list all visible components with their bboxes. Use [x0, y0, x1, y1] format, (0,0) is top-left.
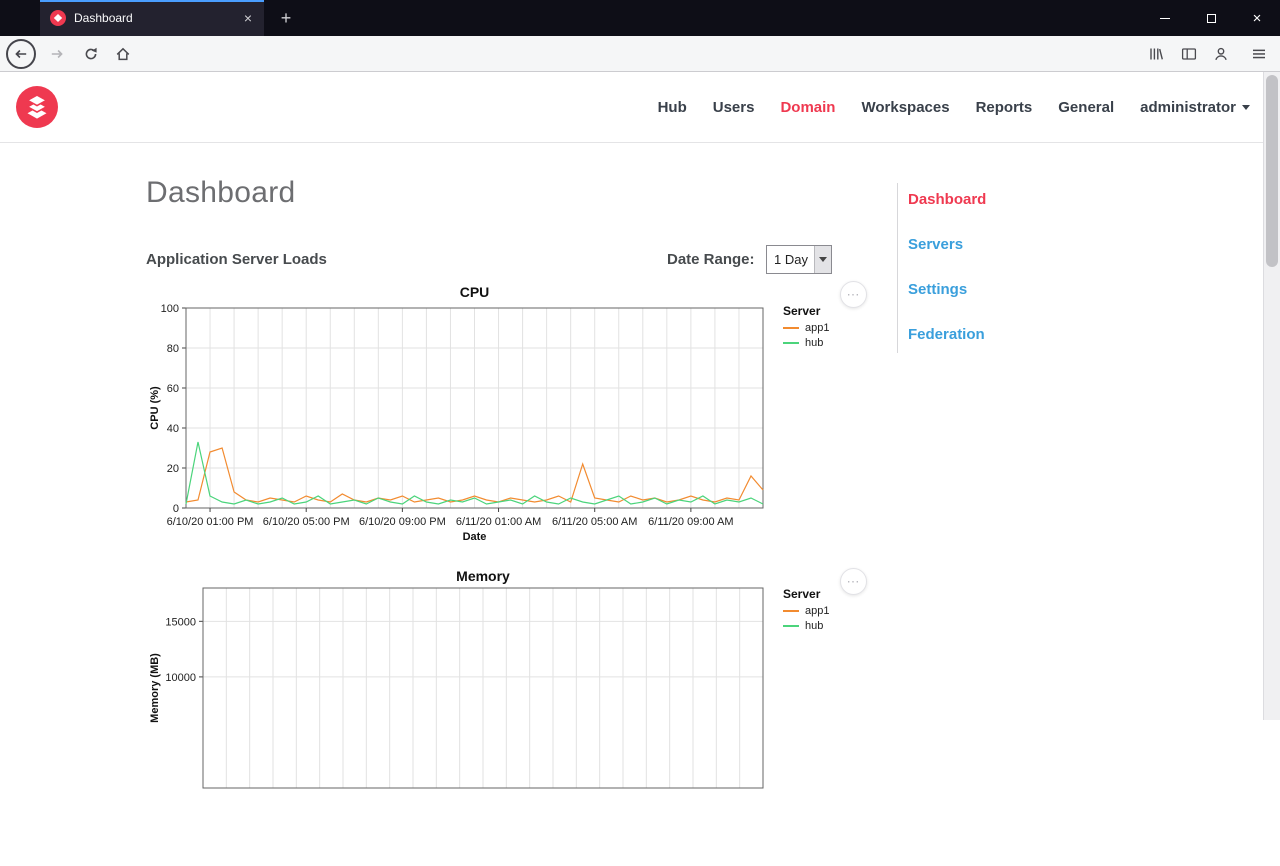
legend-item-hub: hub	[783, 337, 873, 349]
nav-item-domain[interactable]: Domain	[780, 99, 835, 116]
svg-text:100: 100	[161, 303, 179, 315]
svg-text:CPU: CPU	[460, 284, 490, 300]
chevron-down-icon	[819, 257, 827, 262]
svg-text:CPU (%): CPU (%)	[149, 386, 161, 430]
forward-icon	[51, 49, 63, 59]
nav-item-workspaces[interactable]: Workspaces	[861, 99, 949, 116]
close-icon: ×	[1252, 9, 1262, 27]
svg-text:Memory: Memory	[456, 568, 510, 584]
legend-label-app1: app1	[805, 322, 830, 334]
app1-swatch-icon	[783, 610, 799, 612]
legend-label-app1: app1	[805, 605, 830, 617]
sidebar-icon	[1181, 48, 1197, 60]
svg-text:10000: 10000	[165, 672, 196, 684]
svg-text:Memory (MB): Memory (MB)	[149, 653, 161, 723]
turbo-logo[interactable]	[16, 86, 58, 128]
legend-item-app1: app1	[783, 322, 873, 334]
account-button[interactable]	[1206, 39, 1236, 69]
library-button[interactable]	[1141, 39, 1171, 69]
chevron-down-icon	[1242, 105, 1250, 110]
scrollbar-thumb[interactable]	[1266, 75, 1278, 267]
tab-title: Dashboard	[74, 11, 133, 25]
nav-item-hub[interactable]: Hub	[658, 99, 687, 116]
nav-item-reports[interactable]: Reports	[976, 99, 1033, 116]
home-icon	[116, 47, 130, 61]
svg-text:80: 80	[167, 343, 179, 355]
legend-item-app1: app1	[783, 605, 873, 617]
legend-label-hub: hub	[805, 620, 824, 632]
browser-tab-dashboard[interactable]: Dashboard ×	[40, 0, 264, 36]
account-icon	[1215, 47, 1227, 61]
user-menu[interactable]: administrator	[1140, 99, 1250, 116]
legend-label-hub: hub	[805, 337, 824, 349]
site-nav: Hub Users Domain Workspaces Reports Gene…	[658, 72, 1250, 143]
back-icon	[6, 39, 36, 69]
maximize-icon	[1206, 13, 1216, 23]
svg-text:6/10/20 01:00 PM: 6/10/20 01:00 PM	[167, 516, 254, 528]
memory-chart-legend: Server app1 hub	[783, 587, 873, 635]
legend-item-hub: hub	[783, 620, 873, 632]
sidebar-item-federation[interactable]: Federation	[908, 326, 1077, 343]
date-range-value: 1 Day	[774, 252, 808, 267]
browser-toolbar: https://test.turbo.net/admin/domain/	[0, 36, 1280, 104]
back-button[interactable]	[6, 39, 36, 69]
memory-chart: 10000 15000 Memory Memory (MB)	[149, 568, 764, 789]
svg-text:0: 0	[173, 503, 179, 515]
window-maximize-button[interactable]	[1188, 0, 1234, 36]
svg-text:60: 60	[167, 383, 179, 395]
cpu-chart-legend: Server app1 hub	[783, 304, 873, 352]
window-minimize-button[interactable]	[1142, 0, 1188, 36]
memory-chart-menu-button[interactable]: ⋯	[840, 568, 867, 595]
hamburger-icon	[1253, 49, 1265, 59]
cpu-chart-menu-button[interactable]: ⋯	[840, 281, 867, 308]
svg-text:40: 40	[167, 423, 179, 435]
hub-swatch-icon	[783, 625, 799, 627]
page-scrollbar[interactable]	[1263, 72, 1280, 720]
home-button[interactable]	[108, 39, 138, 69]
user-menu-label: administrator	[1140, 99, 1236, 116]
admin-side-nav: Dashboard Servers Settings Federation	[897, 183, 1077, 353]
window-titlebar: Dashboard × + ×	[0, 0, 1280, 36]
svg-text:Date: Date	[463, 531, 487, 542]
svg-text:15000: 15000	[165, 616, 196, 628]
svg-text:20: 20	[167, 463, 179, 475]
reload-button[interactable]	[76, 39, 106, 69]
svg-text:6/11/20 09:00 AM: 6/11/20 09:00 AM	[648, 516, 733, 528]
forward-button[interactable]	[42, 39, 72, 69]
site-header: Hub Users Domain Workspaces Reports Gene…	[0, 72, 1280, 143]
sidebar-toggle-button[interactable]	[1174, 39, 1204, 69]
app1-swatch-icon	[783, 327, 799, 329]
library-icon	[1150, 48, 1163, 60]
section-title: Application Server Loads	[146, 251, 327, 268]
hub-swatch-icon	[783, 342, 799, 344]
nav-item-general[interactable]: General	[1058, 99, 1114, 116]
svg-text:6/10/20 09:00 PM: 6/10/20 09:00 PM	[359, 516, 446, 528]
date-range-label: Date Range:	[667, 251, 755, 268]
tab-close-icon[interactable]: ×	[240, 9, 256, 27]
window-close-button[interactable]: ×	[1234, 0, 1280, 36]
sidebar-item-dashboard[interactable]: Dashboard	[908, 191, 1077, 208]
sidebar-item-settings[interactable]: Settings	[908, 281, 1077, 298]
minimize-icon	[1160, 17, 1170, 19]
nav-item-users[interactable]: Users	[713, 99, 755, 116]
window-controls: ×	[1142, 0, 1280, 36]
sidebar-item-servers[interactable]: Servers	[908, 236, 1077, 253]
svg-text:6/11/20 01:00 AM: 6/11/20 01:00 AM	[456, 516, 541, 528]
active-tab-stripe	[40, 0, 264, 2]
date-range-select[interactable]: 1 Day	[766, 245, 832, 274]
turbo-favicon-icon	[50, 10, 66, 26]
page-title: Dashboard	[146, 176, 296, 209]
svg-text:6/10/20 05:00 PM: 6/10/20 05:00 PM	[263, 516, 350, 528]
svg-text:6/11/20 05:00 AM: 6/11/20 05:00 AM	[552, 516, 637, 528]
reload-icon	[85, 47, 97, 60]
select-arrow-button[interactable]	[814, 246, 831, 273]
menu-button[interactable]	[1244, 39, 1274, 69]
new-tab-button[interactable]: +	[272, 4, 300, 32]
cpu-chart: 0 20 40 60 80 100 6/10/20 01:00 PM 6/10/20 05:0…	[149, 284, 764, 542]
